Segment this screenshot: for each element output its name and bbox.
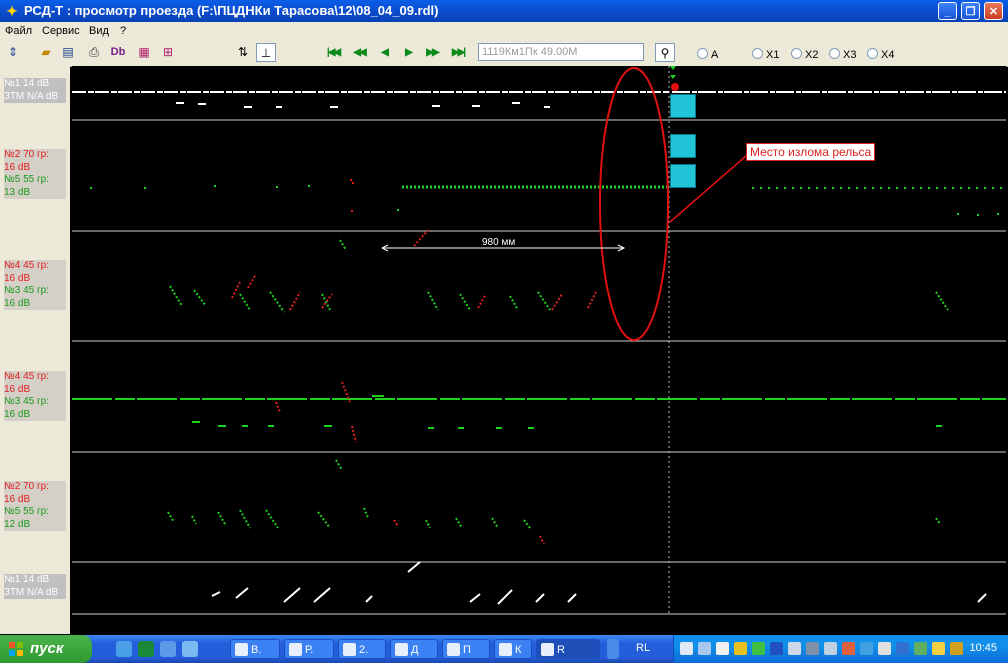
start-button[interactable]: пуск — [0, 635, 92, 663]
windows-flag-icon — [9, 642, 23, 656]
tray-icon[interactable] — [716, 642, 729, 655]
menu-file[interactable]: Файл — [5, 25, 32, 37]
tray-icon[interactable] — [842, 642, 855, 655]
quicklaunch-icon[interactable] — [160, 641, 176, 657]
task-button[interactable]: В. — [230, 639, 280, 659]
video-frame-icon[interactable] — [670, 164, 696, 188]
channel-separators — [72, 119, 1006, 615]
channel-label-5: №2 70 гр: 16 dB №5 55 гр: 12 dB — [4, 481, 66, 531]
channel-label-2: №2 70 гр: 16 dB №5 55 гр: 13 dB — [4, 149, 66, 199]
channel-label-3: №4 45 гр: 16 dB №3 45 гр: 16 dB — [4, 260, 66, 310]
position-field[interactable]: 1119Км1Пк 49.00М — [478, 43, 644, 61]
channel-2-signal — [90, 179, 1002, 216]
title-bar: ✦ РСД-Т : просмотр проезда (F:\ПЦДНКи Та… — [0, 0, 1008, 22]
tray-icon[interactable] — [950, 642, 963, 655]
clock: 10:45 — [969, 642, 997, 654]
search-icon[interactable]: ⚲ — [655, 43, 675, 62]
taskbar: пуск В. Р. 2. Д П К R RL 10:45 — [0, 635, 1008, 663]
video-frame-icon[interactable] — [670, 94, 696, 118]
radio-x1[interactable]: X1 — [752, 48, 779, 61]
marker-icon[interactable]: ⊞ — [158, 43, 178, 62]
back-icon[interactable]: ◀ — [374, 43, 394, 62]
tray-icon[interactable] — [914, 642, 927, 655]
task-button[interactable]: Р. — [284, 639, 334, 659]
tray-icon[interactable] — [698, 642, 711, 655]
db-button[interactable]: Db — [108, 43, 128, 62]
tray-icon[interactable] — [824, 642, 837, 655]
radio-x4[interactable]: X4 — [867, 48, 894, 61]
tray-icon[interactable] — [932, 642, 945, 655]
menu-bar: Файл Сервис Вид ? — [0, 22, 1008, 40]
breakage-ellipse — [599, 67, 669, 341]
language-indicator[interactable]: RL — [636, 642, 650, 654]
tray-icon[interactable] — [860, 642, 873, 655]
print-icon[interactable]: ⎙ — [84, 43, 104, 62]
document-icon[interactable]: ▤ — [58, 43, 78, 62]
ie-icon[interactable] — [116, 641, 132, 657]
menu-service[interactable]: Сервис — [42, 25, 80, 37]
video-frame-icon[interactable] — [670, 134, 696, 158]
restore-button[interactable]: ❐ — [961, 2, 980, 20]
channel-label-6: №1 14 dB ЗТМ N/A dB — [4, 574, 66, 599]
distance-label: 980 мм — [482, 237, 516, 248]
updown-spin-icon[interactable]: ⇕ — [3, 43, 23, 62]
first-icon[interactable]: |◀◀ — [323, 43, 343, 62]
menu-view[interactable]: Вид — [89, 25, 109, 37]
task-button[interactable]: Д — [390, 639, 438, 659]
toolbar: ⇕ ▰ ▤ ⎙ Db ▦ ⊞ ⇅ ⊥ |◀◀ ◀◀ ◀ ▶ ▶▶ ▶▶| 111… — [0, 40, 1008, 67]
quicklaunch-icon[interactable] — [182, 641, 198, 657]
channel-label-4: №4 45 гр: 16 dB №3 45 гр: 16 dB — [4, 371, 66, 421]
channel-3-signal — [169, 229, 949, 313]
breakage-callout: Место излома рельса — [746, 143, 876, 161]
minimize-button[interactable]: _ — [938, 2, 957, 20]
open-folder-icon[interactable]: ▰ — [36, 43, 56, 62]
task-button-active[interactable]: R — [536, 639, 600, 659]
tray-icon[interactable] — [734, 642, 747, 655]
window-title: РСД-Т : просмотр проезда (F:\ПЦДНКи Тара… — [24, 3, 439, 18]
tray-icon[interactable] — [806, 642, 819, 655]
forward-icon[interactable]: ▶ — [398, 43, 418, 62]
quicklaunch-icon[interactable] — [138, 641, 154, 657]
tray-icon[interactable] — [770, 642, 783, 655]
tray-icon[interactable] — [680, 642, 693, 655]
radio-x3[interactable]: X3 — [829, 48, 856, 61]
defect-markers — [670, 66, 679, 91]
task-button[interactable]: К — [494, 639, 532, 659]
app-icon: ✦ — [6, 3, 18, 19]
channel-4-signal — [72, 381, 1006, 443]
channel-6-signal — [211, 561, 987, 605]
fast-back-icon[interactable]: ◀◀ — [349, 43, 369, 62]
tray-icon[interactable] — [752, 642, 765, 655]
chevron-updown-icon[interactable] — [607, 639, 619, 659]
system-tray: 10:45 — [673, 635, 1008, 663]
channel-5-signal — [167, 459, 941, 545]
channel-label-1: №1 14 dB ЗТМ N/A dB — [4, 78, 66, 103]
tray-icon[interactable] — [896, 642, 909, 655]
tray-icon[interactable] — [878, 642, 891, 655]
task-button[interactable]: 2. — [338, 639, 386, 659]
table-icon[interactable]: ▦ — [134, 43, 154, 62]
close-button[interactable]: ✕ — [984, 2, 1003, 20]
channel-labels-panel: №1 14 dB ЗТМ N/A dB №2 70 гр: 16 dB №5 5… — [0, 66, 70, 634]
horizontal-scale-icon[interactable]: ⊥ — [256, 43, 276, 62]
menu-help[interactable]: ? — [120, 25, 126, 37]
channel-1-signal — [72, 91, 1006, 108]
vertical-scale-icon[interactable]: ⇅ — [233, 43, 253, 62]
last-icon[interactable]: ▶▶| — [448, 43, 468, 62]
radio-x2[interactable]: X2 — [791, 48, 818, 61]
task-button[interactable]: П — [442, 639, 490, 659]
tray-icon[interactable] — [788, 642, 801, 655]
fast-forward-icon[interactable]: ▶▶ — [422, 43, 442, 62]
radio-a[interactable]: A — [697, 48, 718, 61]
